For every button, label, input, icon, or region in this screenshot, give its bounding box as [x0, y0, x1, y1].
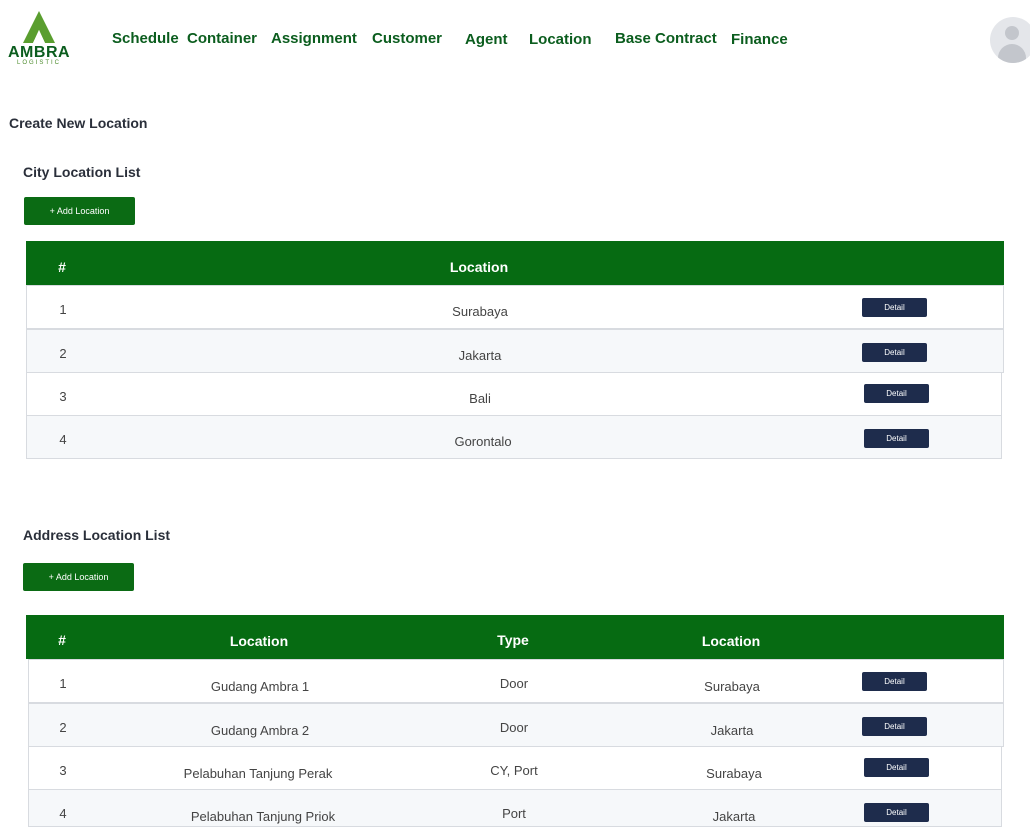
row-location: Surabaya [452, 304, 508, 319]
nav-customer[interactable]: Customer [372, 30, 442, 47]
row-city: Surabaya [706, 766, 762, 781]
table-row: 3 Pelabuhan Tanjung Perak CY, Port Surab… [28, 746, 1002, 790]
table-row: 1 Gudang Ambra 1 Door Surabaya Detail [28, 659, 1004, 703]
row-city: Jakarta [712, 809, 756, 824]
address-header-location: Location [229, 633, 289, 649]
row-location: Gudang Ambra 2 [210, 723, 310, 738]
address-header-type: Type [497, 632, 529, 648]
nav-assignment[interactable]: Assignment [271, 30, 357, 47]
nav-container[interactable]: Container [187, 30, 257, 47]
row-num: 1 [59, 302, 67, 317]
city-add-location-button[interactable]: + Add Location [24, 197, 135, 225]
row-type: Door [499, 720, 529, 735]
row-type: CY, Port [490, 763, 538, 778]
table-row: 2 Gudang Ambra 2 Door Jakarta Detail [28, 703, 1004, 747]
detail-button[interactable]: Detail [864, 429, 929, 448]
address-header-num: # [58, 632, 66, 648]
nav-schedule[interactable]: Schedule [112, 30, 179, 47]
row-type: Port [502, 806, 526, 821]
table-row: 3 Bali Detail [26, 372, 1002, 416]
nav-finance[interactable]: Finance [731, 31, 788, 48]
row-num: 4 [59, 806, 67, 821]
city-header-location: Location [449, 259, 509, 275]
address-table-header: # Location Type Location [26, 615, 1004, 659]
table-row: 1 Surabaya Detail [26, 285, 1004, 329]
detail-button[interactable]: Detail [862, 298, 927, 317]
avatar-head-icon [1005, 26, 1019, 40]
nav-base-contract[interactable]: Base Contract [615, 30, 717, 47]
city-section-title: City Location List [23, 164, 141, 180]
city-header-num: # [58, 259, 66, 275]
row-num: 3 [59, 389, 67, 404]
ambra-logo[interactable]: AMBRA LOGISTIC [8, 10, 72, 68]
avatar-body-icon [998, 44, 1026, 63]
detail-button[interactable]: Detail [864, 384, 929, 403]
city-table-header: # Location [26, 241, 1004, 285]
user-avatar[interactable] [990, 17, 1030, 63]
logo-mark-icon [23, 11, 55, 43]
row-city: Surabaya [704, 679, 760, 694]
table-row: Pelabuhan Tanjung Priok 4 Port Jakarta D… [28, 789, 1002, 827]
address-add-location-button[interactable]: + Add Location [23, 563, 134, 591]
page-title: Create New Location [9, 115, 148, 131]
table-row: 2 Jakarta Detail [26, 329, 1004, 373]
detail-button[interactable]: Detail [862, 343, 927, 362]
address-section-title: Address Location List [23, 527, 171, 543]
detail-button[interactable]: Detail [862, 717, 927, 736]
row-type: Door [499, 676, 529, 691]
detail-button[interactable]: Detail [862, 672, 927, 691]
address-header-city: Location [701, 633, 761, 649]
table-row: 4 Gorontalo Detail [26, 415, 1002, 459]
nav-agent[interactable]: Agent [465, 31, 508, 48]
detail-button[interactable]: Detail [864, 758, 929, 777]
nav-location[interactable]: Location [529, 31, 592, 48]
row-num: 4 [59, 432, 67, 447]
row-location: Gudang Ambra 1 [210, 679, 310, 694]
row-num: 3 [59, 763, 67, 778]
row-num: 1 [59, 676, 67, 691]
row-num: 2 [59, 720, 67, 735]
row-city: Jakarta [710, 723, 754, 738]
row-location: Pelabuhan Tanjung Priok [190, 809, 336, 824]
row-num: 2 [59, 346, 67, 361]
row-location: Pelabuhan Tanjung Perak [183, 766, 333, 781]
row-location: Jakarta [458, 348, 502, 363]
logo-sub-text: LOGISTIC [16, 60, 61, 66]
detail-button[interactable]: Detail [864, 803, 929, 822]
row-location: Gorontalo [454, 434, 512, 449]
row-location: Bali [469, 391, 491, 406]
